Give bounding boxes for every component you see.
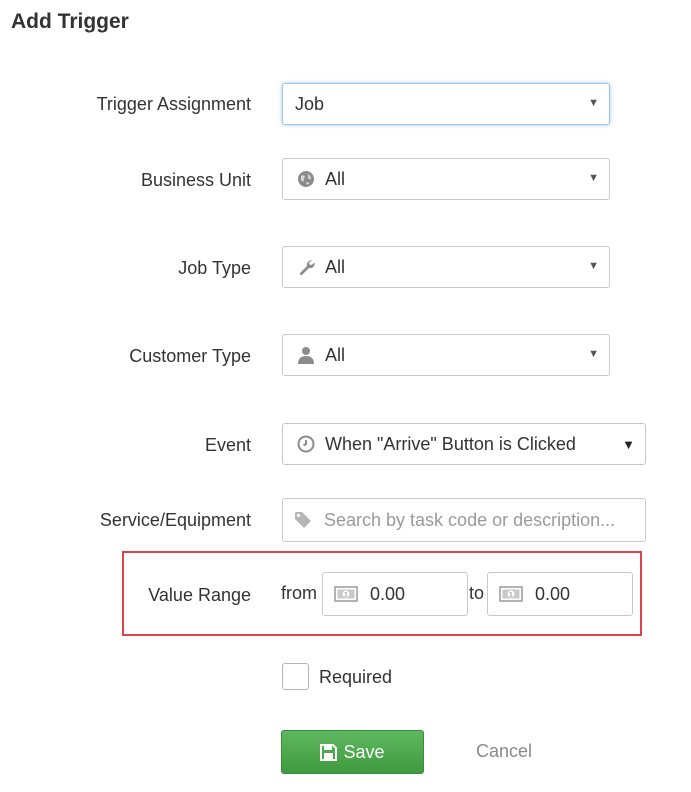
trigger-assignment-label: Trigger Assignment [96,94,251,114]
service-equipment-input[interactable] [314,509,634,531]
caret-down-icon: ▼ [588,97,599,109]
svg-text:1: 1 [509,591,513,599]
service-equipment-label: Service/Equipment [99,510,251,530]
trigger-assignment-select[interactable]: Job ▼ [282,83,610,125]
customer-type-select[interactable]: All ▼ [282,334,610,376]
svg-text:1: 1 [344,591,348,599]
customer-type-value: All [325,344,346,365]
caret-down-icon: ▼ [622,437,635,452]
event-value: When "Arrive" Button is Clicked [325,433,576,454]
caret-down-icon: ▼ [588,348,599,360]
trigger-assignment-value: Job [295,93,325,114]
money-icon: 1 [499,586,525,602]
cancel-button[interactable]: Cancel [476,741,532,762]
event-label: Event [204,435,251,455]
save-button[interactable]: Save [281,730,424,774]
caret-down-icon: ▼ [588,172,599,184]
money-icon: 1 [334,586,360,602]
tag-icon [294,510,314,530]
required-checkbox[interactable] [282,663,309,690]
save-button-label: Save [343,741,385,762]
service-equipment-field[interactable] [282,498,646,542]
customer-type-label: Customer Type [129,346,251,366]
business-unit-select[interactable]: All ▼ [282,158,610,200]
value-to-input[interactable]: 1 0.00 [487,572,633,616]
business-unit-label: Business Unit [140,170,251,190]
clock-icon [296,434,316,454]
caret-down-icon: ▼ [588,260,599,272]
business-unit-value: All [325,168,346,189]
wrench-icon [296,257,316,277]
to-label: to [469,583,485,603]
value-range-label: Value Range [148,585,251,605]
floppy-disk-icon [320,743,338,761]
globe-icon [296,169,316,189]
required-label: Required [319,667,393,687]
job-type-label: Job Type [178,258,251,278]
user-icon [296,345,316,365]
job-type-select[interactable]: All ▼ [282,246,610,288]
value-to-value: 0.00 [535,583,571,604]
page-title: Add Trigger [11,10,129,33]
value-from-input[interactable]: 1 0.00 [322,572,468,616]
value-from-value: 0.00 [370,583,406,604]
event-select[interactable]: When "Arrive" Button is Clicked ▼ [282,423,646,465]
from-label: from [281,583,317,603]
job-type-value: All [325,256,346,277]
